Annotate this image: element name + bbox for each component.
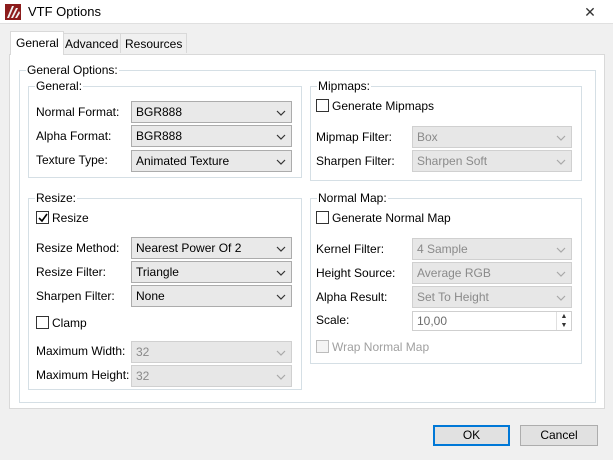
resize-method-value: Nearest Power Of 2 [136,241,242,255]
mipmap-sharpen-label: Sharpen Filter: [316,154,395,168]
texture-type-select[interactable]: Animated Texture [131,150,292,172]
tab-panel-general: General Options: General: Normal Format:… [9,54,605,409]
chevron-down-icon [556,295,566,301]
scale-spinbox[interactable]: 10,00 ▲ ▼ [412,311,572,331]
alpha-format-value: BGR888 [136,129,183,143]
max-width-select[interactable]: 32 [131,341,292,363]
mipmap-filter-select[interactable]: Box [412,126,572,148]
height-source-value: Average RGB [417,266,491,280]
chevron-down-icon [556,247,566,253]
texture-type-value: Animated Texture [136,154,230,168]
alpha-result-label: Alpha Result: [316,290,388,304]
normal-format-select[interactable]: BGR888 [131,101,292,123]
texture-type-label: Texture Type: [36,153,108,167]
height-source-label: Height Source: [316,266,396,280]
cancel-button[interactable]: Cancel [520,425,598,446]
resize-method-select[interactable]: Nearest Power Of 2 [131,237,292,259]
resize-method-label: Resize Method: [36,241,120,255]
chevron-down-icon [276,246,286,252]
chevron-down-icon [556,271,566,277]
normal-format-label: Normal Format: [36,105,120,119]
ok-button[interactable]: OK [433,425,510,446]
kernel-filter-select[interactable]: 4 Sample [412,238,572,260]
window-title: VTF Options [28,4,101,19]
kernel-filter-value: 4 Sample [417,242,468,256]
max-height-select[interactable]: 32 [131,365,292,387]
close-icon[interactable]: ✕ [575,1,605,23]
clamp-label: Clamp [52,316,87,330]
chevron-down-icon [276,159,286,165]
resize-sharpen-select[interactable]: None [131,285,292,307]
checkmark-icon [38,213,48,223]
resize-checkbox-label: Resize [52,211,89,225]
resize-filter-select[interactable]: Triangle [131,261,292,283]
tab-general[interactable]: General [10,31,64,55]
alpha-result-value: Set To Height [417,290,489,304]
chevron-down-icon [276,134,286,140]
general-options-label: General Options: [26,63,119,77]
normal-format-value: BGR888 [136,105,183,119]
chevron-down-icon [276,374,286,380]
chevron-down-icon [276,350,286,356]
resize-checkbox[interactable] [36,211,49,224]
general-group-label: General: [35,79,84,93]
spin-up-icon[interactable]: ▲ [557,312,571,321]
chevron-down-icon [276,270,286,276]
resize-filter-value: Triangle [136,265,179,279]
chevron-down-icon [556,135,566,141]
scale-value: 10,00 [417,314,448,328]
resize-filter-label: Resize Filter: [36,265,107,279]
wrap-normal-map-checkbox[interactable] [316,340,329,353]
kernel-filter-label: Kernel Filter: [316,242,385,256]
title-bar: VTF Options ✕ [0,0,613,24]
max-width-value: 32 [136,345,150,359]
normal-map-group-label: Normal Map: [317,191,388,205]
mipmap-sharpen-value: Sharpen Soft [417,154,488,168]
tab-resources[interactable]: Resources [120,33,188,53]
scale-spin-buttons: ▲ ▼ [556,312,571,330]
alpha-format-select[interactable]: BGR888 [131,125,292,147]
generate-normal-map-checkbox[interactable] [316,211,329,224]
vtf-app-icon [5,4,21,20]
spin-down-icon[interactable]: ▼ [557,321,571,330]
clamp-checkbox[interactable] [36,316,49,329]
max-height-value: 32 [136,369,150,383]
chevron-down-icon [276,110,286,116]
chevron-down-icon [276,294,286,300]
resize-group-label: Resize: [35,191,78,205]
chevron-down-icon [556,159,566,165]
alpha-result-select[interactable]: Set To Height [412,286,572,308]
max-height-label: Maximum Height: [36,368,130,382]
generate-mipmaps-checkbox[interactable] [316,99,329,112]
alpha-format-label: Alpha Format: [36,129,112,143]
mipmap-filter-label: Mipmap Filter: [316,130,393,144]
resize-sharpen-label: Sharpen Filter: [36,289,115,303]
max-width-label: Maximum Width: [36,344,126,358]
mipmaps-group-label: Mipmaps: [317,79,372,93]
mipmap-filter-value: Box [417,130,438,144]
generate-normal-map-label: Generate Normal Map [332,211,451,225]
scale-label: Scale: [316,313,350,327]
height-source-select[interactable]: Average RGB [412,262,572,284]
generate-mipmaps-label: Generate Mipmaps [332,99,435,113]
mipmap-sharpen-select[interactable]: Sharpen Soft [412,150,572,172]
tab-advanced[interactable]: Advanced [60,33,124,53]
wrap-normal-map-label: Wrap Normal Map [332,340,430,354]
resize-sharpen-value: None [136,289,165,303]
